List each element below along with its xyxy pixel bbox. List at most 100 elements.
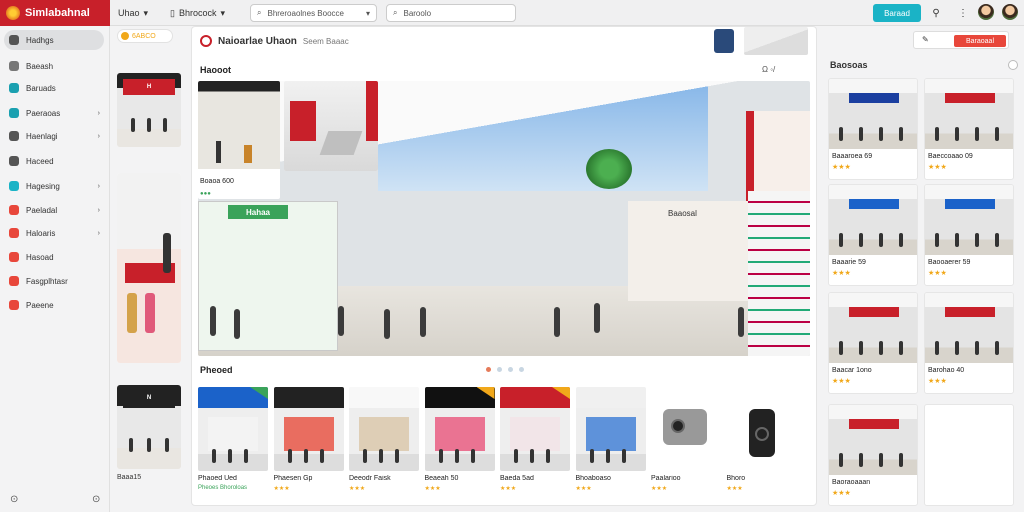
search-icon: ⌕	[393, 8, 398, 17]
sidebar-item-label: Fasgplhtasr	[26, 276, 68, 286]
carousel-dots[interactable]	[486, 367, 524, 372]
app-brand[interactable]: Simlabahnal	[0, 0, 110, 26]
sidebar-item-icon	[9, 205, 19, 215]
product-card[interactable]: Beaeah 50 ★★★	[424, 387, 495, 501]
product-image	[500, 387, 570, 471]
hero-image[interactable]: Hahaa Baaosal Boaoa 600 ●●●	[198, 81, 810, 356]
hero-banner-red	[746, 111, 810, 201]
more-options-icon[interactable]: ⋮	[955, 5, 971, 21]
store-card-name: Baooaerer 59	[928, 259, 971, 266]
sidebar-item-label: Hasoad	[26, 252, 54, 262]
inset-caption: Boaoa 600	[200, 178, 234, 185]
sidebar-item-label: Baeash	[26, 61, 54, 71]
info-icon[interactable]: ⊙	[10, 494, 18, 505]
store-card-name: Baeccoaao 09	[928, 153, 973, 160]
secondary-search-input[interactable]: ⌕ Baroolo	[386, 4, 516, 22]
product-card[interactable]: Bhoaboaso ★★★	[575, 387, 646, 501]
product-image	[349, 387, 419, 471]
store-thumbnail-2[interactable]: N	[117, 385, 181, 469]
product-rating: ★★★	[273, 486, 290, 492]
plant-decoration	[586, 149, 632, 189]
sidebar-item-6[interactable]: Hagesing ›	[4, 176, 104, 196]
store-card-image	[829, 293, 917, 363]
chevron-right-icon: ›	[97, 182, 100, 190]
sidebar-item-label: Haloaris	[26, 228, 56, 238]
main-panel: Naioarlae Uhaon Seem Baaac Haooot Ω ◦/ H…	[191, 26, 817, 506]
pen-icon[interactable]: ✎	[922, 35, 929, 44]
sidebar-item-7[interactable]: Paeladal ›	[4, 200, 104, 220]
store-thumbnail[interactable]: H	[117, 73, 181, 147]
featured-controls[interactable]: Ω ◦/	[762, 65, 775, 74]
fashion-thumbnail[interactable]	[117, 173, 181, 363]
chevron-down-icon: ▾	[365, 8, 370, 18]
sidebar-item-8[interactable]: Haloaris ›	[4, 223, 104, 243]
sidebar-item-label: Haenlagi	[26, 131, 58, 141]
search-placeholder: Bhreroaolnes Boocce	[267, 8, 344, 18]
product-card[interactable]: Phaoed Ued Pheoes Bhoroloas	[198, 387, 268, 501]
right-toolbar: ✎ Baraoaal	[913, 31, 1009, 49]
featured-title: Haooot	[200, 65, 231, 75]
record-icon	[200, 35, 212, 47]
sidebar-item-11[interactable]: Paeene	[4, 295, 104, 315]
store-card[interactable]: Baacar 1ono ★★★	[828, 292, 918, 394]
sidebar-item-4[interactable]: Haenlagi ›	[4, 126, 104, 146]
sidebar-item-icon	[9, 300, 19, 310]
product-card[interactable]: Deeodr Faisk ★★★	[349, 387, 419, 501]
sidebar-item-1[interactable]: Baeash	[4, 56, 104, 76]
store-card-rating: ★★★	[832, 164, 851, 171]
top-bar: Simlabahnal Uhao ▾ ▯ Bhrocock ▾ ⌕ Bhrero…	[0, 0, 1024, 26]
product-card[interactable]: Baeda 5ad ★★★	[500, 387, 570, 501]
right-column: ✎ Baraoaal Baosoas Baaaroea 69 ★★★ Baeccoa…	[826, 26, 1024, 512]
hero-store-sign-left: Hahaa	[228, 205, 288, 219]
sidebar-item-5[interactable]: Haceed	[4, 151, 104, 171]
scroll-handle[interactable]	[1008, 60, 1018, 70]
sidebar-item-label: Baruads	[26, 83, 56, 93]
inset-escalator[interactable]	[284, 81, 378, 171]
product-card[interactable]: Phaesen Gp ★★★	[273, 387, 344, 501]
chevron-down-icon: ▾	[220, 7, 226, 18]
sidebar-item-icon	[9, 181, 19, 191]
right-action-button[interactable]: Baraoaal	[954, 35, 1006, 47]
product-card[interactable]: Paalarioo ★★★	[651, 387, 721, 501]
sidebar-item-label: Paeladal	[26, 205, 58, 215]
avatar[interactable]	[978, 4, 994, 20]
store-card[interactable]: Barohao 40 ★★★	[924, 292, 1014, 394]
promo-label: 6ABCO	[132, 32, 156, 40]
menu-label: Uhao	[118, 8, 140, 18]
store-card[interactable]: Baaarie 59 ★★★	[828, 184, 918, 286]
tab-label: Bhrocock	[178, 8, 217, 18]
sidebar-item-0[interactable]: Hadhgs	[4, 30, 104, 50]
primary-action-button[interactable]: Baraad	[873, 4, 921, 22]
sidebar-item-9[interactable]: Hasoad	[4, 247, 104, 267]
product-name: Deeodr Faisk	[349, 475, 391, 482]
search-input[interactable]: ⌕ Bhreroaolnes Boocce ▾	[250, 4, 377, 22]
inset-store-card[interactable]: Boaoa 600 ●●●	[198, 81, 280, 199]
product-rating: ★★★	[651, 486, 668, 492]
empty-card-slot	[924, 404, 1014, 506]
sidebar-item-2[interactable]: Baruads	[4, 78, 104, 98]
product-rating: ★★★	[726, 486, 743, 492]
store-card[interactable]: Baoraoaaan ★★★	[828, 404, 918, 506]
store-card-rating: ★★★	[928, 164, 947, 171]
store-card-rating: ★★★	[928, 378, 947, 385]
avatar-secondary[interactable]	[1002, 4, 1018, 20]
sidebar-item-icon	[9, 131, 19, 141]
settings-icon[interactable]: ⊙	[92, 494, 100, 505]
thumbnail-caption: Baaa15	[117, 474, 142, 481]
person-icon[interactable]: ⚲	[928, 5, 944, 21]
sidebar-item-label: Hagesing	[26, 181, 60, 191]
product-card[interactable]: Bhoro ★★★	[726, 387, 797, 501]
sidebar-item-label: Hadhgs	[26, 35, 54, 45]
store-card[interactable]: Baaaroea 69 ★★★	[828, 78, 918, 180]
store-card[interactable]: Baooaerer 59 ★★★	[924, 184, 1014, 286]
product-name: Baeda 5ad	[500, 475, 534, 482]
menu-dropdown[interactable]: Uhao ▾	[118, 5, 148, 21]
store-card-name: Baoraoaaan	[832, 479, 871, 486]
store-card-image	[829, 405, 917, 475]
sidebar-item-3[interactable]: Paeraoas ›	[4, 103, 104, 123]
tab-dropdown[interactable]: ▯ Bhrocock ▾	[170, 5, 225, 21]
product-image	[198, 387, 268, 471]
promo-chip[interactable]: 6ABCO	[117, 29, 173, 43]
sidebar-item-10[interactable]: Fasgplhtasr	[4, 271, 104, 291]
store-card[interactable]: Baeccoaao 09 ★★★	[924, 78, 1014, 180]
